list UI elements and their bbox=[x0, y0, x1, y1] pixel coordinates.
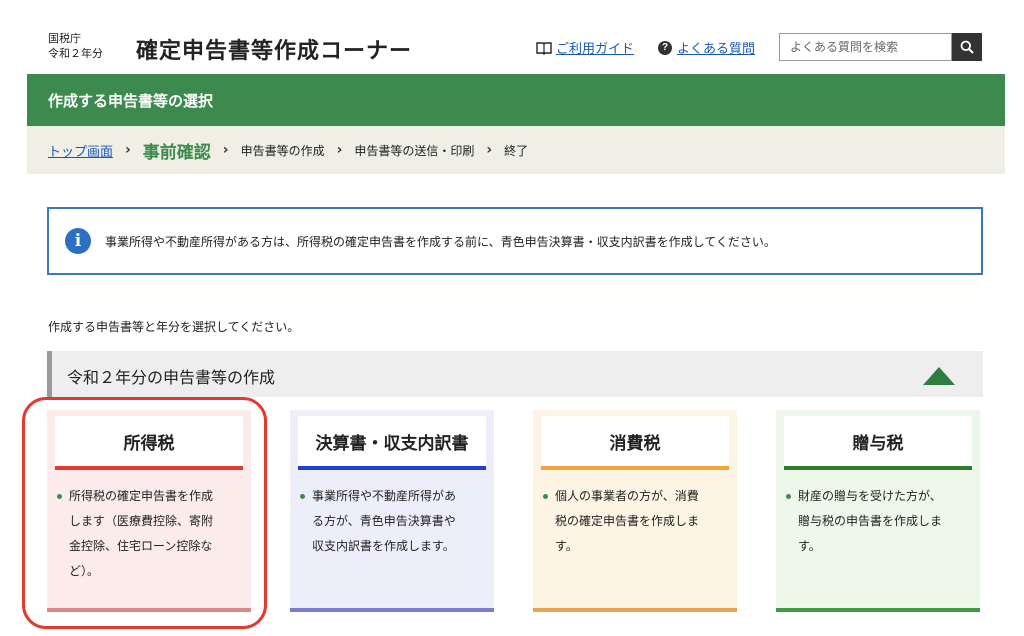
triangle-up-icon[interactable] bbox=[923, 367, 955, 385]
page-title-bar: 作成する申告書等の選択 bbox=[27, 74, 1005, 126]
search-icon bbox=[960, 40, 974, 54]
card-bottom-border bbox=[290, 608, 494, 612]
agency-name: 国税庁 bbox=[48, 32, 81, 45]
card-income-tax[interactable]: 所得税 所得税の確定申告書を作成 します（医療費控除、寄附 金控除、住宅ローン控… bbox=[47, 410, 251, 612]
section-title: 令和２年分の申告書等の作成 bbox=[67, 368, 276, 387]
card-bottom-border bbox=[533, 608, 737, 612]
card-settlement-statement[interactable]: 決算書・収支内訳書 事業所得や不動産所得があ る方が、青色申告決算書や 収支内訳… bbox=[290, 410, 494, 612]
card-line: 金控除、住宅ローン控除な bbox=[69, 539, 213, 553]
card-line: 税の確定申告書を作成しま bbox=[555, 514, 700, 528]
card-line: 個人の事業者の方が、消費 bbox=[555, 489, 699, 503]
card-line: 財産の贈与を受けた方が、 bbox=[798, 489, 942, 503]
info-message: 事業所得や不動産所得がある方は、所得税の確定申告書を作成する前に、青色申告決算書… bbox=[105, 234, 776, 249]
tax-year-label: 令和２年分 bbox=[48, 47, 103, 60]
agency-label: 国税庁 令和２年分 bbox=[48, 31, 103, 61]
app-title[interactable]: 確定申告書等作成コーナー bbox=[136, 33, 412, 65]
card-description: 財産の贈与を受けた方が、 贈与税の申告書を作成しま す。 bbox=[786, 484, 970, 559]
chevron-right-icon: › bbox=[125, 142, 131, 158]
breadcrumb: トップ画面 › 事前確認 › 申告書等の作成 › 申告書等の送信・印刷 › 終了 bbox=[27, 126, 1005, 174]
card-line: 事業所得や不動産所得があ bbox=[312, 489, 457, 503]
card-description: 個人の事業者の方が、消費 税の確定申告書を作成しま す。 bbox=[543, 484, 727, 559]
bullet-icon bbox=[300, 494, 305, 499]
card-line: す。 bbox=[798, 539, 821, 553]
page-title: 作成する申告書等の選択 bbox=[48, 92, 214, 110]
card-line: 収支内訳書を作成します。 bbox=[312, 539, 455, 553]
card-description: 事業所得や不動産所得があ る方が、青色申告決算書や 収支内訳書を作成します。 bbox=[300, 484, 484, 559]
card-bottom-border bbox=[776, 608, 980, 612]
question-circle-icon: ? bbox=[658, 40, 672, 55]
card-description: 所得税の確定申告書を作成 します（医療費控除、寄附 金控除、住宅ローン控除な ど… bbox=[57, 484, 241, 584]
faq-label: よくある質問 bbox=[677, 42, 756, 57]
header: 国税庁 令和２年分 確定申告書等作成コーナー ご利用ガイド ? よくある質問 bbox=[0, 0, 1024, 74]
book-icon bbox=[536, 41, 552, 55]
card-line: る方が、青色申告決算書や bbox=[312, 514, 456, 528]
breadcrumb-step-finish: 終了 bbox=[504, 143, 529, 158]
faq-link[interactable]: ? よくある質問 bbox=[658, 38, 755, 57]
chevron-right-icon: › bbox=[336, 142, 343, 158]
card-title: 決算書・収支内訳書 bbox=[298, 416, 486, 470]
info-notice: i 事業所得や不動産所得がある方は、所得税の確定申告書を作成する前に、青色申告決… bbox=[47, 207, 983, 275]
breadcrumb-current-step: 事前確認 bbox=[142, 142, 211, 163]
bullet-icon bbox=[57, 494, 62, 499]
section-header[interactable]: 令和２年分の申告書等の作成 bbox=[47, 351, 983, 397]
card-line: 所得税の確定申告書を作成 bbox=[69, 489, 214, 503]
card-bottom-border bbox=[47, 608, 251, 612]
user-guide-link[interactable]: ご利用ガイド bbox=[536, 38, 634, 57]
user-guide-label: ご利用ガイド bbox=[556, 42, 635, 57]
card-consumption-tax[interactable]: 消費税 個人の事業者の方が、消費 税の確定申告書を作成しま す。 bbox=[533, 410, 737, 612]
breadcrumb-top-link[interactable]: トップ画面 bbox=[48, 141, 113, 160]
search-button[interactable] bbox=[952, 33, 982, 61]
breadcrumb-step-create: 申告書等の作成 bbox=[240, 143, 325, 158]
card-line: します（医療費控除、寄附 bbox=[69, 514, 214, 528]
bullet-icon bbox=[786, 494, 791, 499]
breadcrumb-step-submit: 申告書等の送信・印刷 bbox=[354, 143, 475, 158]
card-gift-tax[interactable]: 贈与税 財産の贈与を受けた方が、 贈与税の申告書を作成しま す。 bbox=[776, 410, 980, 612]
info-icon: i bbox=[65, 228, 91, 254]
chevron-right-icon: › bbox=[222, 142, 229, 158]
chevron-right-icon: › bbox=[486, 142, 493, 158]
bullet-icon bbox=[543, 494, 548, 499]
card-line: ど）。 bbox=[69, 564, 100, 578]
card-title: 消費税 bbox=[541, 416, 729, 470]
card-line: す。 bbox=[555, 539, 578, 553]
instruction-text: 作成する申告書等と年分を選択してください。 bbox=[48, 320, 300, 334]
card-title: 所得税 bbox=[55, 416, 243, 470]
faq-search-input[interactable] bbox=[779, 33, 952, 61]
card-title: 贈与税 bbox=[784, 416, 972, 470]
card-line: 贈与税の申告書を作成しま bbox=[798, 514, 943, 528]
